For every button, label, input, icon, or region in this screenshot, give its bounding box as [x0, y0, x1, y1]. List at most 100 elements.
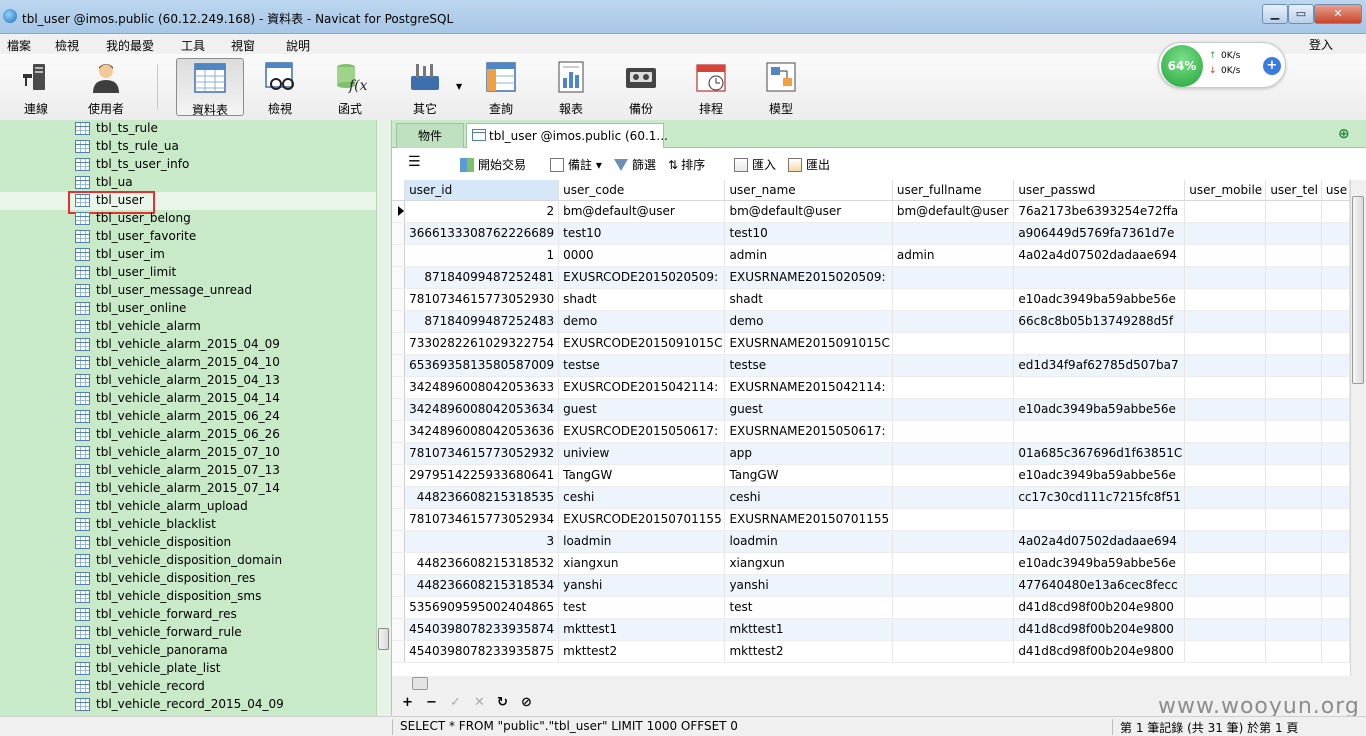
- cell-user-fullname[interactable]: [892, 618, 1015, 641]
- cell-user-tel[interactable]: [1265, 222, 1322, 245]
- cell-user-mobile[interactable]: [1184, 266, 1267, 289]
- cell-use[interactable]: [1321, 332, 1350, 355]
- cell-user-passwd[interactable]: 4a02a4d07502dadaae694: [1013, 244, 1186, 267]
- row-marker[interactable]: [392, 442, 406, 465]
- tree-item-tbl-vehicle-disposition-res[interactable]: tbl_vehicle_disposition_res: [0, 570, 376, 588]
- add-record-button[interactable]: +: [402, 695, 413, 710]
- cell-user-code[interactable]: EXUSRCODE2015020509:: [558, 266, 726, 289]
- tree-item-tbl-ua[interactable]: tbl_ua: [0, 174, 376, 192]
- cell-user-passwd[interactable]: d41d8cd98f00b204e9800: [1013, 640, 1186, 663]
- cell-user-code[interactable]: test: [558, 596, 726, 619]
- cell-user-id[interactable]: 3424896008042053636: [404, 420, 560, 443]
- tree-item-tbl-user-belong[interactable]: tbl_user_belong: [0, 210, 376, 228]
- cell-user-fullname[interactable]: [892, 486, 1015, 509]
- refresh-button[interactable]: ↻: [497, 695, 508, 710]
- tree-item-tbl-vehicle-alarm-2015-07-10[interactable]: tbl_vehicle_alarm_2015_07_10: [0, 444, 376, 462]
- cell-use[interactable]: [1321, 376, 1350, 399]
- cell-user-id[interactable]: 3424896008042053633: [404, 376, 560, 399]
- backup-button[interactable]: 備份: [609, 58, 673, 116]
- cell-user-fullname[interactable]: [892, 376, 1015, 399]
- cell-user-tel[interactable]: [1265, 354, 1322, 377]
- cell-user-id[interactable]: 7330282261029322754: [404, 332, 560, 355]
- cell-user-code[interactable]: mkttest2: [558, 640, 726, 663]
- login-link[interactable]: 登入: [1309, 36, 1333, 53]
- cell-user-passwd[interactable]: 4a02a4d07502dadaae694: [1013, 530, 1186, 553]
- cell-user-id[interactable]: 4540398078233935875: [404, 640, 560, 663]
- cell-user-id[interactable]: 1: [404, 244, 560, 267]
- cell-use[interactable]: [1321, 618, 1350, 641]
- cell-user-fullname[interactable]: [892, 552, 1015, 575]
- cell-user-mobile[interactable]: [1184, 222, 1267, 245]
- cell-user-fullname[interactable]: [892, 574, 1015, 597]
- tree-item-tbl-vehicle-disposition-domain[interactable]: tbl_vehicle_disposition_domain: [0, 552, 376, 570]
- cell-user-mobile[interactable]: [1184, 420, 1267, 443]
- cell-user-name[interactable]: demo: [724, 310, 893, 333]
- tree-item-tbl-ts-rule[interactable]: tbl_ts_rule: [0, 120, 376, 138]
- view-button[interactable]: 檢視: [248, 58, 312, 116]
- table-row[interactable]: 3424896008042053634 guest guest e10adc3949b…: [392, 398, 1350, 421]
- row-marker[interactable]: [392, 310, 406, 333]
- cell-user-mobile[interactable]: [1184, 486, 1267, 509]
- cell-user-name[interactable]: test10: [724, 222, 893, 245]
- cell-use[interactable]: [1321, 442, 1350, 465]
- table-row[interactable]: 4540398078233935875 mkttest2 mkttest2 d41d8…: [392, 640, 1350, 663]
- cell-user-fullname[interactable]: [892, 288, 1015, 311]
- row-marker[interactable]: [392, 244, 406, 267]
- cell-user-fullname[interactable]: [892, 640, 1015, 663]
- cell-user-name[interactable]: xiangxun: [724, 552, 893, 575]
- cell-user-mobile[interactable]: [1184, 376, 1267, 399]
- cell-user-id[interactable]: 3: [404, 530, 560, 553]
- table-row[interactable]: 7330282261029322754 EXUSRCODE2015091015C E…: [392, 332, 1350, 355]
- cell-user-fullname[interactable]: [892, 508, 1015, 531]
- cell-user-fullname[interactable]: [892, 222, 1015, 245]
- plus-icon[interactable]: +: [1263, 57, 1281, 75]
- memo-button[interactable]: 備註 ▾: [550, 156, 602, 173]
- cell-user-name[interactable]: testse: [724, 354, 893, 377]
- tree-item-tbl-vehicle-forward-rule[interactable]: tbl_vehicle_forward_rule: [0, 624, 376, 642]
- cell-user-id[interactable]: 5356909595002404865: [404, 596, 560, 619]
- cell-use[interactable]: [1321, 288, 1350, 311]
- cell-user-fullname[interactable]: [892, 420, 1015, 443]
- cell-user-id[interactable]: 2: [404, 200, 560, 223]
- menu-view[interactable]: 檢視: [55, 37, 79, 54]
- tree-item-tbl-vehicle-record-2015-04-09[interactable]: tbl_vehicle_record_2015_04_09: [0, 696, 376, 714]
- row-marker[interactable]: [392, 574, 406, 597]
- cell-use[interactable]: [1321, 266, 1350, 289]
- cell-user-passwd[interactable]: [1013, 376, 1186, 399]
- cell-user-name[interactable]: bm@default@user: [724, 200, 893, 223]
- cell-user-name[interactable]: EXUSRNAME2015050617:: [724, 420, 893, 443]
- other-button[interactable]: 其它: [393, 58, 457, 116]
- tree-item-tbl-vehicle-alarm[interactable]: tbl_vehicle_alarm: [0, 318, 376, 336]
- cell-user-tel[interactable]: [1265, 442, 1322, 465]
- cell-user-passwd[interactable]: cc17c30cd111c7215fc8f51: [1013, 486, 1186, 509]
- menu-file[interactable]: 檔案: [7, 37, 31, 54]
- cell-user-mobile[interactable]: [1184, 200, 1267, 223]
- cell-user-name[interactable]: test: [724, 596, 893, 619]
- cell-user-mobile[interactable]: [1184, 508, 1267, 531]
- tree-item-tbl-vehicle-record[interactable]: tbl_vehicle_record: [0, 678, 376, 696]
- cell-user-tel[interactable]: [1265, 552, 1322, 575]
- delete-record-button[interactable]: −: [426, 695, 437, 710]
- cell-use[interactable]: [1321, 310, 1350, 333]
- close-button[interactable]: ✕: [1314, 4, 1362, 24]
- cell-user-passwd[interactable]: d41d8cd98f00b204e9800: [1013, 596, 1186, 619]
- cell-user-passwd[interactable]: ed1d34f9af62785d507ba7: [1013, 354, 1186, 377]
- cell-user-code[interactable]: guest: [558, 398, 726, 421]
- cell-user-mobile[interactable]: [1184, 596, 1267, 619]
- cell-user-fullname[interactable]: [892, 266, 1015, 289]
- table-row[interactable]: 2979514225933680641 TangGW TangGW e10adc394…: [392, 464, 1350, 487]
- cell-user-passwd[interactable]: e10adc3949ba59abbe56e: [1013, 288, 1186, 311]
- cell-user-tel[interactable]: [1265, 640, 1322, 663]
- cell-user-fullname[interactable]: bm@default@user: [892, 200, 1015, 223]
- tree-item-tbl-user-message-unread[interactable]: tbl_user_message_unread: [0, 282, 376, 300]
- tree-item-tbl-ts-rule-ua[interactable]: tbl_ts_rule_ua: [0, 138, 376, 156]
- tree-item-tbl-vehicle-alarm-2015-04-14[interactable]: tbl_vehicle_alarm_2015_04_14: [0, 390, 376, 408]
- cell-user-passwd[interactable]: 477640480e13a6cec8fecc: [1013, 574, 1186, 597]
- cell-user-tel[interactable]: [1265, 486, 1322, 509]
- cell-use[interactable]: [1321, 464, 1350, 487]
- cell-user-fullname[interactable]: [892, 596, 1015, 619]
- data-grid[interactable]: user_id user_code user_name user_fullname us…: [392, 180, 1350, 676]
- cell-user-passwd[interactable]: 66c8c8b05b13749288d5f: [1013, 310, 1186, 333]
- column-header-use[interactable]: use: [1321, 180, 1350, 201]
- cell-user-passwd[interactable]: 76a2173be6393254e72ffa: [1013, 200, 1186, 223]
